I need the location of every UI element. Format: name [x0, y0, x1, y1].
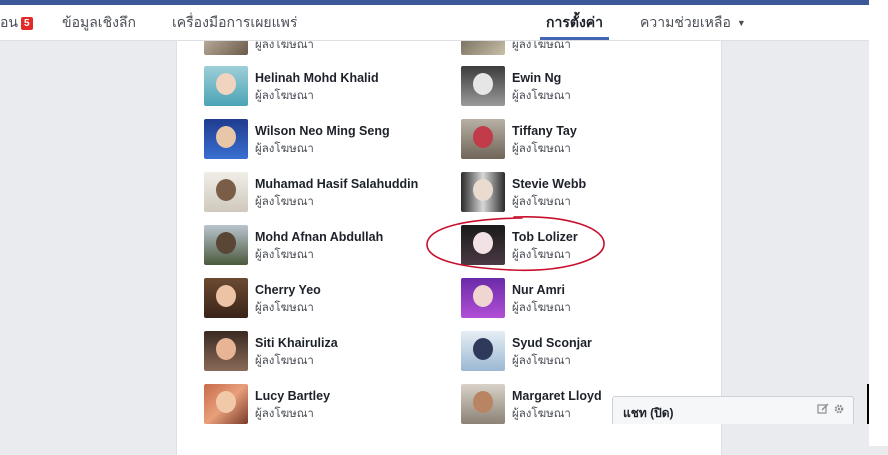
tab-label: ความช่วยเหลือ	[640, 14, 731, 30]
role-label: ผู้ลงโฆษณา	[512, 143, 571, 155]
page-navbar: ีอน 5 ข้อมูลเชิงลึก เครื่องมือการเผยแพร่ …	[0, 5, 869, 41]
avatar	[204, 66, 248, 106]
scrollbar-edge[interactable]	[867, 384, 869, 424]
avatar	[204, 384, 248, 424]
person-name[interactable]: Lucy Bartley	[255, 389, 330, 403]
role-label: ผู้ลงโฆษณา	[255, 249, 314, 261]
notification-count-badge: 5	[20, 17, 33, 30]
gear-icon[interactable]	[833, 403, 845, 418]
tab-label: ข้อมูลเชิงลึก	[62, 14, 136, 30]
person-name[interactable]: Ewin Ng	[512, 71, 561, 85]
avatar	[461, 41, 505, 55]
compose-icon[interactable]	[817, 403, 829, 418]
avatar	[204, 119, 248, 159]
list-item[interactable]: Nur Amri ผู้ลงโฆษณา	[461, 278, 711, 322]
list-item[interactable]: Helinah Mohd Khalid ผู้ลงโฆษณา	[204, 66, 454, 110]
chat-status-label: แชท (ปิด)	[623, 406, 674, 420]
role-label: ผู้ลงโฆษณา	[512, 355, 571, 367]
role-label: ผู้ลงโฆษณา	[512, 302, 571, 314]
person-name[interactable]: Siti Khairuliza	[255, 336, 338, 350]
person-name[interactable]: Cherry Yeo	[255, 283, 321, 297]
role-label: ผู้ลงโฆษณา	[255, 41, 314, 51]
right-edge	[869, 0, 888, 446]
chevron-down-icon: ▼	[736, 18, 746, 28]
role-label: ผู้ลงโฆษณา	[512, 90, 571, 102]
tab-label: เครื่องมือการเผยแพร่	[172, 14, 298, 30]
role-label: ผู้ลงโฆษณา	[255, 90, 314, 102]
avatar	[204, 331, 248, 371]
avatar	[461, 172, 505, 212]
person-name[interactable]: Mohd Afnan Abdullah	[255, 230, 383, 244]
role-label: ผู้ลงโฆษณา	[255, 302, 314, 314]
person-name[interactable]: Syud Sconjar	[512, 336, 592, 350]
role-label: ผู้ลงโฆษณา	[512, 41, 571, 51]
role-label: ผู้ลงโฆษณา	[255, 196, 314, 208]
list-item-partial: ผู้ลงโฆษณา	[204, 41, 364, 55]
avatar	[204, 41, 248, 55]
list-item[interactable]: Lucy Bartley ผู้ลงโฆษณา	[204, 384, 454, 428]
avatar	[204, 172, 248, 212]
person-name[interactable]: Nur Amri	[512, 283, 565, 297]
role-label: ผู้ลงโฆษณา	[255, 143, 314, 155]
tab-label: ีอน	[0, 14, 18, 30]
person-name[interactable]: Wilson Neo Ming Seng	[255, 124, 390, 138]
avatar	[204, 225, 248, 265]
tab-help[interactable]: ความช่วยเหลือ ▼	[640, 5, 746, 40]
role-label: ผู้ลงโฆษณา	[512, 196, 571, 208]
tab-notifications[interactable]: ีอน 5	[0, 5, 33, 40]
list-item[interactable]: Stevie Webb ผู้ลงโฆษณา	[461, 172, 711, 216]
tab-publishing-tools[interactable]: เครื่องมือการเผยแพร่	[172, 5, 297, 40]
person-name[interactable]: Muhamad Hasif Salahuddin	[255, 177, 418, 191]
list-item[interactable]: Cherry Yeo ผู้ลงโฆษณา	[204, 278, 454, 322]
chat-bar[interactable]: แชท (ปิด)	[612, 396, 854, 424]
list-item[interactable]: Muhamad Hasif Salahuddin ผู้ลงโฆษณา	[204, 172, 454, 216]
role-label: ผู้ลงโฆษณา	[255, 355, 314, 367]
person-name[interactable]: Helinah Mohd Khalid	[255, 71, 379, 85]
list-item[interactable]: Mohd Afnan Abdullah ผู้ลงโฆษณา	[204, 225, 454, 269]
person-name[interactable]: Margaret Lloyd	[512, 389, 602, 403]
avatar	[461, 384, 505, 424]
person-name[interactable]: Tiffany Tay	[512, 124, 577, 138]
avatar	[461, 66, 505, 106]
avatar	[461, 331, 505, 371]
person-name[interactable]: Stevie Webb	[512, 177, 586, 191]
avatar	[461, 119, 505, 159]
role-label: ผู้ลงโฆษณา	[255, 408, 314, 420]
list-item[interactable]: Ewin Ng ผู้ลงโฆษณา	[461, 66, 711, 110]
avatar	[461, 278, 505, 318]
list-item-partial: ผู้ลงโฆษณา	[461, 41, 621, 55]
tab-label: การตั้งค่า	[546, 14, 604, 30]
list-item[interactable]: Wilson Neo Ming Seng ผู้ลงโฆษณา	[204, 119, 454, 163]
tab-insights[interactable]: ข้อมูลเชิงลึก	[62, 5, 136, 40]
list-item[interactable]: Siti Khairuliza ผู้ลงโฆษณา	[204, 331, 454, 375]
avatar	[204, 278, 248, 318]
highlight-circle-annotation	[426, 216, 605, 272]
role-label: ผู้ลงโฆษณา	[512, 408, 571, 420]
list-item[interactable]: Tiffany Tay ผู้ลงโฆษณา	[461, 119, 711, 163]
tab-settings[interactable]: การตั้งค่า	[540, 5, 610, 40]
list-item[interactable]: Syud Sconjar ผู้ลงโฆษณา	[461, 331, 711, 375]
